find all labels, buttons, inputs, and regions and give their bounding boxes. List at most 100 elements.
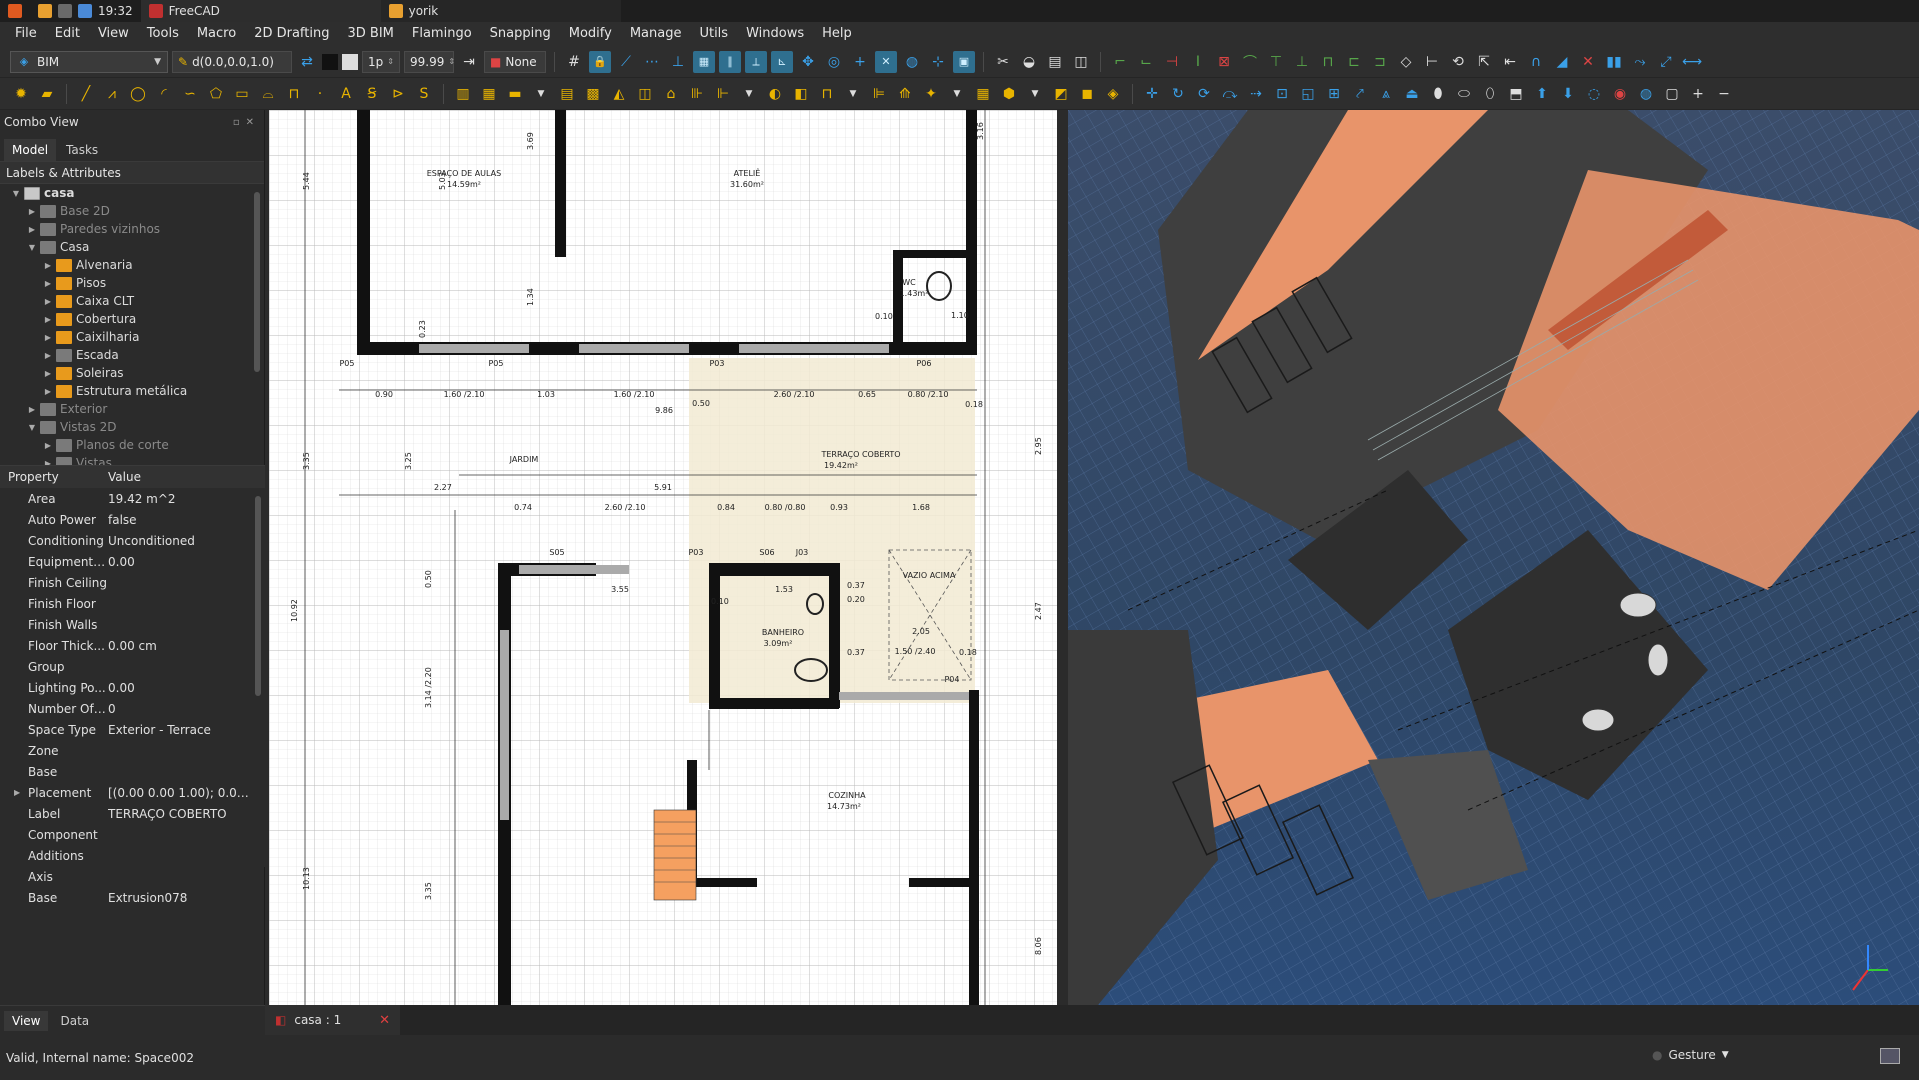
window-tool-icon[interactable]: ◐ (764, 83, 786, 105)
chevron-right-icon[interactable]: ▶ (42, 387, 54, 396)
property-value[interactable]: [(0.00 0.00 1.00); 0.00 ... (108, 786, 265, 800)
property-row[interactable]: Number Of ... 0 (0, 698, 265, 719)
dropdown-icon[interactable]: ▼ (946, 83, 968, 105)
tree-item[interactable]: ▶ Alvenaria (0, 256, 264, 274)
mirror-tool-icon[interactable]: ⩓ (1375, 83, 1397, 105)
panel-float-close-icon[interactable]: ▫✕ (233, 117, 260, 128)
intersect-tool-icon[interactable]: ⬯ (1479, 83, 1501, 105)
chevron-right-icon[interactable]: ▶ (42, 297, 54, 306)
remove-minus-icon[interactable]: − (1713, 83, 1735, 105)
view-splitter[interactable] (1057, 110, 1068, 1005)
rebar-tool-icon[interactable]: ⊩ (712, 83, 734, 105)
property-value[interactable]: Extrusion078 (108, 891, 265, 905)
monitor-icon[interactable] (1880, 1048, 1900, 1064)
property-row[interactable]: Finish Floor (0, 593, 265, 614)
tree-item[interactable]: ▶ Base 2D (0, 202, 264, 220)
autogroup-icon[interactable]: ⇥ (458, 51, 480, 73)
property-value[interactable]: TERRAÇO COBERTO (108, 807, 265, 821)
scale-tool-icon[interactable]: ⊡ (1271, 83, 1293, 105)
polygon-tool-icon[interactable]: ⬠ (205, 83, 227, 105)
menu-utils[interactable]: Utils (690, 22, 737, 46)
system-menu-button[interactable] (0, 0, 30, 22)
flamingo-cap-icon[interactable]: ⊤ (1265, 51, 1287, 73)
chevron-right-icon[interactable]: ▶ (42, 261, 54, 270)
snap-dimensions-icon[interactable]: ⊹ (927, 51, 949, 73)
menu-2d-drafting[interactable]: 2D Drafting (245, 22, 338, 46)
snap-midpoint-icon[interactable]: ⋯ (641, 51, 663, 73)
property-row[interactable]: Component (0, 824, 265, 845)
chevron-right-icon[interactable]: ▶ (42, 279, 54, 288)
property-col-header[interactable]: Property (0, 470, 108, 484)
tree-item[interactable]: ▶ Pisos (0, 274, 264, 292)
chevron-down-icon[interactable]: ▼ (26, 423, 38, 432)
rectangle-tool-icon[interactable]: ▭ (231, 83, 253, 105)
menu-windows[interactable]: Windows (737, 22, 813, 46)
menu-tools[interactable]: Tools (138, 22, 188, 46)
ifc-explorer-icon[interactable]: ◍ (1635, 83, 1657, 105)
tree-item[interactable]: ▶ Caixilharia (0, 328, 264, 346)
property-row[interactable]: Additions (0, 845, 265, 866)
tab-tasks[interactable]: Tasks (58, 139, 107, 161)
autogroup-select[interactable]: ■ None (484, 50, 546, 73)
bspline-tool-icon[interactable]: ∽ (179, 83, 201, 105)
offset-tool-icon[interactable]: ⟳ (1193, 83, 1215, 105)
property-row[interactable]: Label TERRAÇO COBERTO (0, 803, 265, 824)
subtract-tool-icon[interactable]: ⬭ (1453, 83, 1475, 105)
menu-manage[interactable]: Manage (621, 22, 691, 46)
taskbar-app-folder[interactable]: yorik (380, 0, 621, 22)
flamingo-dims-icon[interactable]: ⟷ (1681, 51, 1703, 73)
shape2dview-tool-icon[interactable]: ⤤ (1349, 83, 1371, 105)
menu-file[interactable]: File (6, 22, 46, 46)
line-color-swatch[interactable] (322, 53, 338, 70)
trim-tool-icon[interactable]: ⤼ (1219, 83, 1241, 105)
views-manager-icon[interactable]: ▤ (1044, 51, 1066, 73)
snap-ortho-icon[interactable]: ⊾ (771, 50, 793, 73)
dimension-tool-icon[interactable]: ⊓ (283, 83, 305, 105)
remove-icon[interactable]: ◉ (1609, 83, 1631, 105)
menu-help[interactable]: Help (813, 22, 861, 46)
bezier-tool-icon[interactable]: ⌓ (257, 83, 279, 105)
property-value[interactable]: 0.00 (108, 555, 265, 569)
snap-workingplane-icon[interactable]: ▣ (953, 50, 975, 73)
snap-lock-icon[interactable]: 🔒 (589, 50, 611, 73)
property-row[interactable]: Zone (0, 740, 265, 761)
array-tool-icon[interactable]: ⊞ (1323, 83, 1345, 105)
snap-intersection-icon[interactable]: ✕ (875, 50, 897, 73)
tree-item[interactable]: ▶ Soleiras (0, 364, 264, 382)
chevron-down-icon[interactable]: ▼ (26, 243, 38, 252)
arc-tool-icon[interactable]: ◜ (153, 83, 175, 105)
chevron-right-icon[interactable]: ▶ (42, 369, 54, 378)
tab-model[interactable]: Model (4, 139, 57, 161)
snap-angle-icon[interactable]: + (849, 51, 871, 73)
flamingo-elbow-icon[interactable]: ⌙ (1135, 51, 1157, 73)
tree-item[interactable]: ▶ Exterior (0, 400, 264, 418)
dropdown-icon[interactable]: ▼ (738, 83, 760, 105)
frame-tool-icon[interactable]: ⊫ (868, 83, 890, 105)
tree-item[interactable]: ▶ Cobertura (0, 310, 264, 328)
flamingo-bend-icon[interactable]: ⤳ (1629, 51, 1651, 73)
beam-tool-icon[interactable]: ▬ (504, 83, 526, 105)
snap-special-icon[interactable]: ✥ (797, 51, 819, 73)
rotate-tool-icon[interactable]: ↻ (1167, 83, 1189, 105)
tab-data[interactable]: Data (52, 1011, 97, 1031)
drawing-2d-view[interactable]: ESPAÇO DE AULAS 14.59m² ATELIÊ 31.60m² W… (269, 110, 1057, 1005)
join-tool-icon[interactable]: ⇢ (1245, 83, 1267, 105)
flamingo-reduct-icon[interactable]: ⌒ (1239, 51, 1261, 73)
chevron-right-icon[interactable]: ▶ (42, 351, 54, 360)
property-value[interactable]: 19.42 m^2 (108, 492, 265, 506)
flamingo-pipe-icon[interactable]: ⌐ (1109, 51, 1131, 73)
property-row[interactable]: Area 19.42 m^2 (0, 488, 265, 509)
property-row[interactable]: Base (0, 761, 265, 782)
pipe-tool-icon[interactable]: ⊓ (816, 83, 838, 105)
menu-edit[interactable]: Edit (46, 22, 89, 46)
stretch-tool-icon[interactable]: ⏏ (1401, 83, 1423, 105)
flamingo-delete-icon[interactable]: ✕ (1577, 51, 1599, 73)
stairs-tool-icon[interactable]: ⌂ (660, 83, 682, 105)
space-tool-icon[interactable]: ◼ (1076, 83, 1098, 105)
chevron-right-icon[interactable]: ▶ (42, 333, 54, 342)
property-value[interactable]: Exterior - Terrace (108, 723, 265, 737)
tree-scrollbar[interactable] (254, 192, 260, 372)
move-tool-icon[interactable]: ✛ (1141, 83, 1163, 105)
flamingo-align-icon[interactable]: ⇤ (1499, 51, 1521, 73)
slab-tool-icon[interactable]: ▤ (556, 83, 578, 105)
